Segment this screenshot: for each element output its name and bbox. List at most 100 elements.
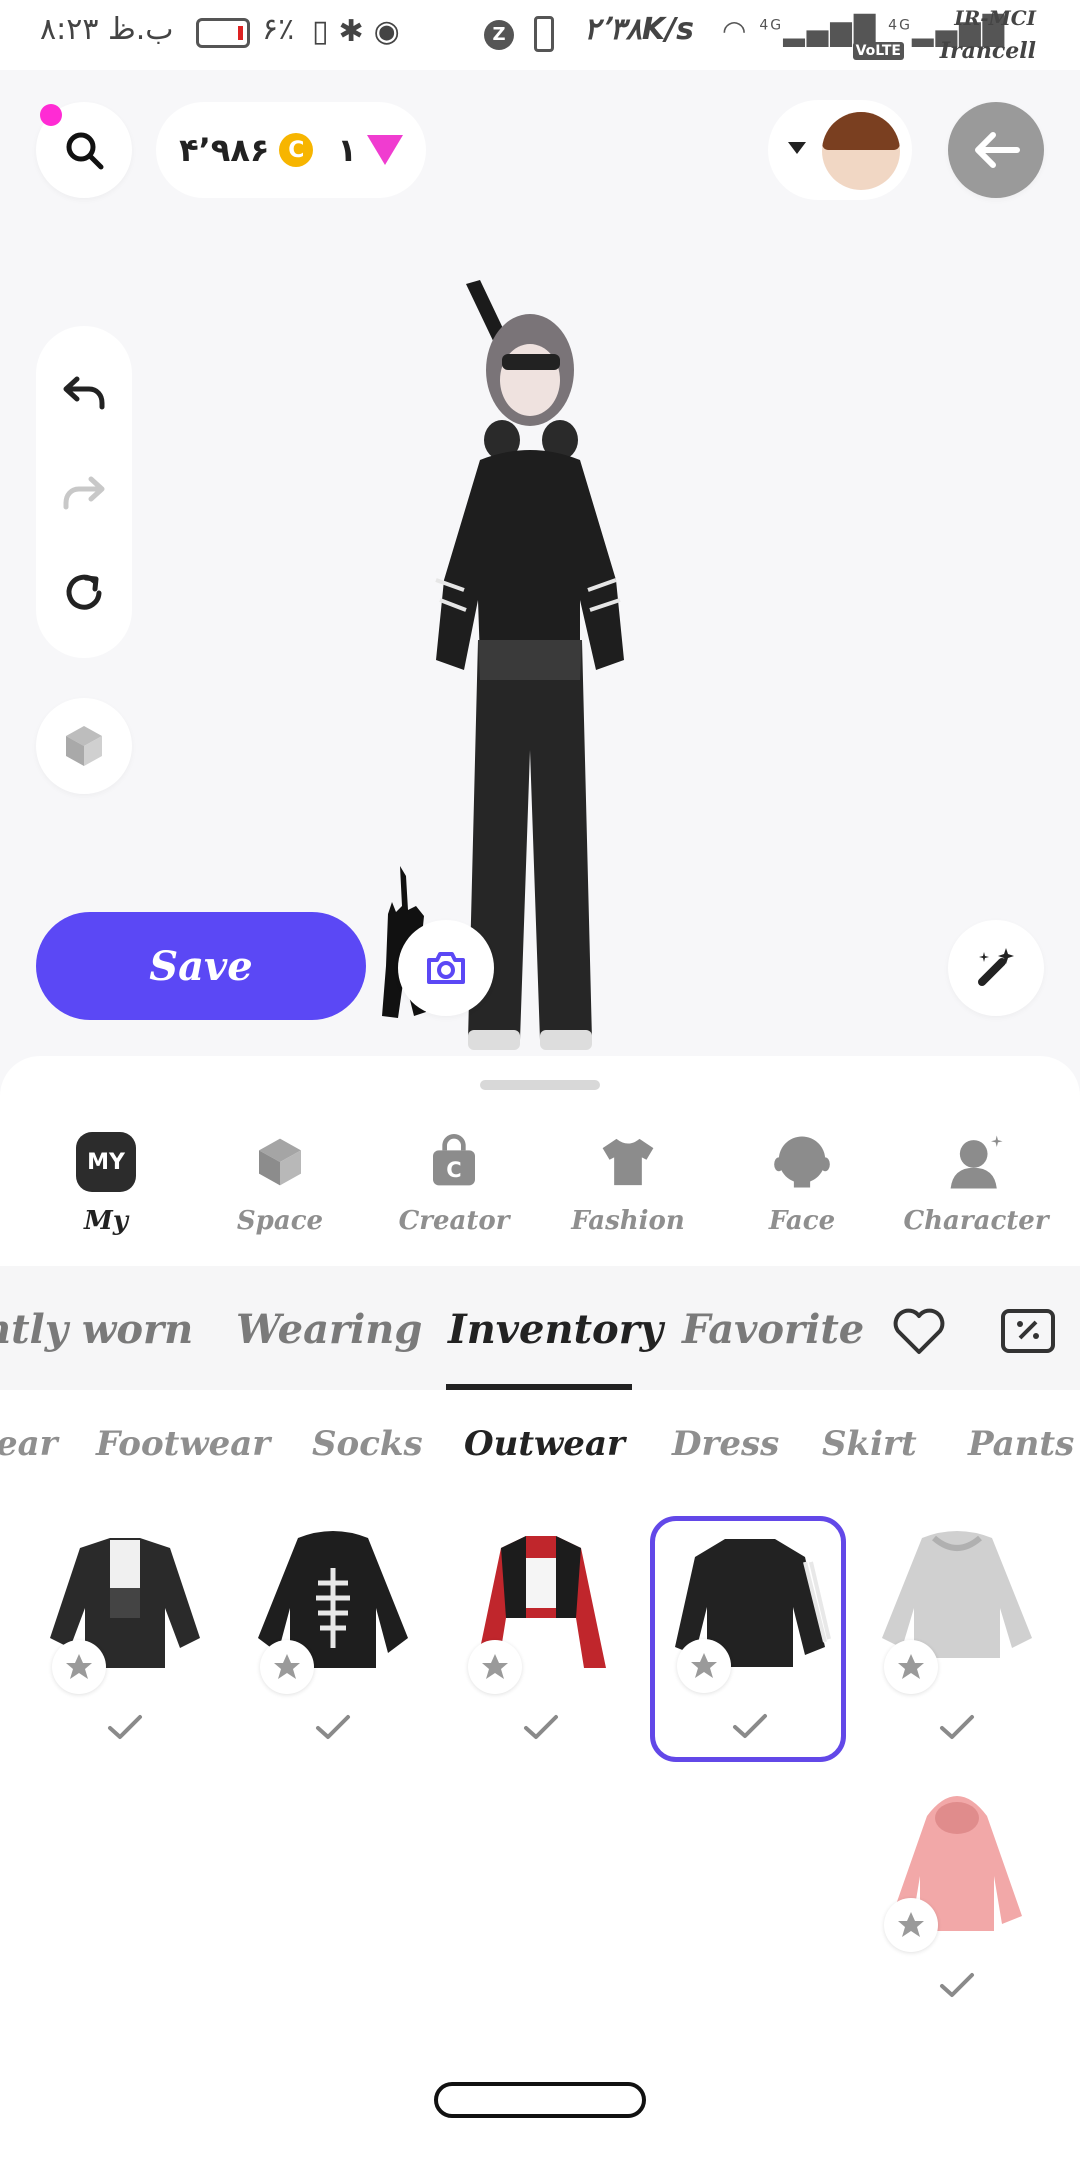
category-row: MY My Space C Creator Fashion Face Chara… bbox=[0, 1120, 1080, 1250]
bluetooth-icon: ✱ bbox=[338, 14, 374, 49]
undo-button[interactable] bbox=[36, 348, 132, 438]
volte-badge: VoLTE bbox=[852, 42, 904, 60]
category-label: Space bbox=[236, 1206, 324, 1236]
check-icon bbox=[316, 1715, 350, 1739]
subtab-dress[interactable]: Dress bbox=[672, 1424, 779, 1464]
save-button[interactable]: Save bbox=[36, 912, 366, 1020]
favorite-button[interactable] bbox=[884, 1640, 938, 1694]
character-icon bbox=[950, 1135, 1003, 1189]
category-face[interactable]: Face bbox=[722, 1120, 882, 1236]
favorite-button[interactable] bbox=[677, 1639, 731, 1693]
camera-icon bbox=[427, 952, 465, 984]
check-icon bbox=[940, 1715, 974, 1739]
sheet-drag-handle[interactable] bbox=[480, 1080, 600, 1090]
status-time: ۸:۲۳ ب.ظ bbox=[40, 12, 174, 47]
star-icon bbox=[691, 1653, 717, 1678]
tab-recently-worn[interactable]: ntly worn bbox=[0, 1306, 193, 1353]
item-card[interactable] bbox=[862, 1780, 1052, 2020]
check-icon bbox=[733, 1714, 767, 1738]
cube-icon bbox=[66, 726, 102, 766]
undo-icon bbox=[63, 376, 105, 410]
item-card[interactable] bbox=[238, 1522, 428, 1762]
active-tab-underline bbox=[446, 1384, 632, 1390]
check-icon bbox=[940, 1973, 974, 1997]
subtab-outwear[interactable]: Outwear bbox=[464, 1424, 625, 1464]
edit-tools-panel bbox=[36, 326, 132, 658]
gem-icon bbox=[366, 135, 403, 165]
carrier-2: Irancell bbox=[939, 38, 1036, 64]
check-icon bbox=[524, 1715, 558, 1739]
z-app-icon: Z bbox=[484, 20, 514, 50]
subtab-skirt[interactable]: Skirt bbox=[822, 1424, 917, 1464]
subtab-socks[interactable]: Socks bbox=[312, 1424, 423, 1464]
carrier-1: IR-MCI bbox=[954, 6, 1036, 30]
currency-pill[interactable]: ۴٬۹۸۶ C ۱ bbox=[156, 102, 426, 198]
arrow-left-icon bbox=[975, 132, 1020, 168]
category-label: Fashion bbox=[571, 1206, 685, 1236]
tab-inventory[interactable]: Inventory bbox=[448, 1306, 663, 1353]
category-label: Face bbox=[768, 1206, 836, 1236]
search-icon bbox=[66, 132, 104, 170]
favorite-button[interactable] bbox=[468, 1640, 522, 1694]
phone-icon bbox=[534, 16, 554, 52]
refresh-icon bbox=[66, 574, 102, 610]
face-icon bbox=[774, 1136, 830, 1188]
coin-amount: ۴٬۹۸۶ bbox=[179, 131, 270, 169]
star-icon bbox=[898, 1912, 924, 1937]
redo-icon bbox=[63, 476, 105, 510]
coupon-icon[interactable] bbox=[1000, 1308, 1056, 1354]
avatar[interactable] bbox=[822, 112, 900, 190]
star-icon bbox=[898, 1654, 924, 1679]
category-label: My bbox=[84, 1206, 128, 1236]
category-creator[interactable]: C Creator bbox=[374, 1120, 534, 1236]
chevron-down-icon[interactable] bbox=[788, 142, 806, 154]
item-card-selected[interactable] bbox=[650, 1516, 846, 1762]
subcategory-tabs: ear Footwear Socks Outwear Dress Skirt P… bbox=[0, 1414, 1080, 1484]
cube-icon bbox=[259, 1138, 301, 1186]
category-fashion[interactable]: Fashion bbox=[548, 1120, 708, 1236]
gem-amount: ۱ bbox=[337, 131, 357, 169]
wifi-icon: ◠ bbox=[722, 14, 749, 47]
star-icon bbox=[274, 1654, 300, 1679]
favorite-button[interactable] bbox=[52, 1640, 106, 1694]
svg-text:C: C bbox=[446, 1158, 461, 1182]
subtab-footwear[interactable]: Footwear bbox=[96, 1424, 270, 1464]
category-label: Character bbox=[903, 1206, 1049, 1236]
home-indicator[interactable] bbox=[434, 2082, 646, 2118]
tab-favorite[interactable]: Favorite bbox=[682, 1306, 864, 1353]
status-icons: ▯✱◉ bbox=[312, 14, 410, 49]
subtab-pants[interactable]: Pants bbox=[968, 1424, 1074, 1464]
3d-view-button[interactable] bbox=[36, 698, 132, 794]
favorite-button[interactable] bbox=[260, 1640, 314, 1694]
star-icon bbox=[482, 1654, 508, 1679]
tab-wearing[interactable]: Wearing bbox=[236, 1306, 422, 1353]
vibrate-icon: ▯ bbox=[312, 14, 339, 49]
subtab-headwear[interactable]: ear bbox=[0, 1424, 58, 1464]
heart-icon[interactable] bbox=[892, 1308, 946, 1356]
item-grid bbox=[0, 1516, 1080, 2020]
item-card[interactable] bbox=[862, 1522, 1052, 1762]
category-space[interactable]: Space bbox=[200, 1120, 360, 1236]
magic-wand-button[interactable] bbox=[948, 920, 1044, 1016]
item-card[interactable] bbox=[446, 1522, 636, 1762]
network-type-2: 4G bbox=[888, 17, 912, 34]
network-speed: ۲٬۳۸K/s bbox=[584, 12, 694, 47]
category-label: Creator bbox=[398, 1206, 510, 1236]
category-my[interactable]: MY My bbox=[26, 1120, 186, 1236]
item-card[interactable] bbox=[30, 1522, 220, 1762]
camera-button[interactable] bbox=[398, 920, 494, 1016]
category-character[interactable]: Character bbox=[896, 1120, 1056, 1236]
battery-icon bbox=[196, 18, 250, 48]
check-icon bbox=[108, 1715, 142, 1739]
redo-button[interactable] bbox=[36, 448, 132, 538]
favorite-button[interactable] bbox=[884, 1898, 938, 1952]
reset-button[interactable] bbox=[36, 548, 132, 638]
notification-dot bbox=[40, 104, 62, 126]
network-type-1: 4G bbox=[759, 17, 784, 34]
eye-icon: ◉ bbox=[373, 14, 410, 49]
back-button[interactable] bbox=[948, 102, 1044, 198]
tshirt-icon bbox=[602, 1138, 654, 1186]
inventory-tabs: ntly worn Wearing Inventory Favorite bbox=[0, 1266, 1080, 1390]
sunglasses bbox=[502, 354, 560, 370]
magic-wand-icon bbox=[978, 948, 1014, 986]
